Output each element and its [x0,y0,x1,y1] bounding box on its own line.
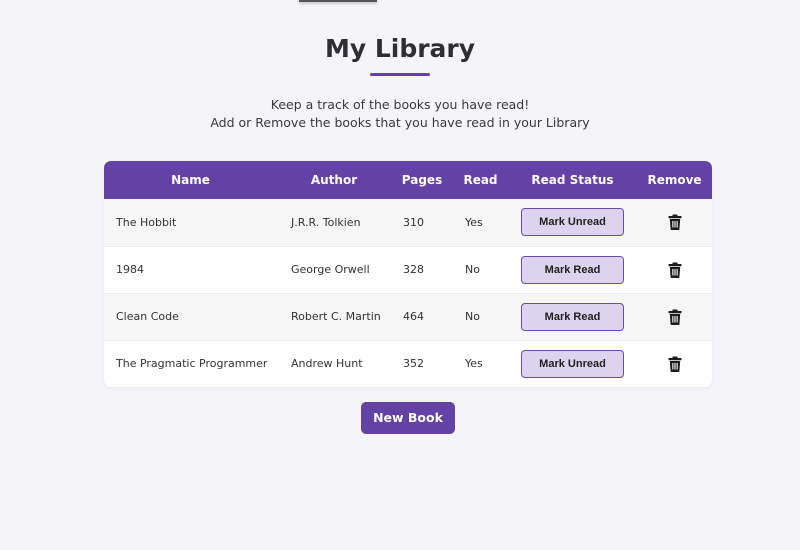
cell-pages: 352 [403,357,424,371]
cell-read: No [465,310,480,323]
page-title: My Library [324,34,476,63]
cell-remove [637,293,712,340]
cell-remove [637,340,712,387]
mark-read-button[interactable]: Mark Read [521,255,624,284]
cell-name: The Hobbit [116,215,177,229]
cell-remove [637,199,712,246]
table-row: Clean Code Robert C. Martin 464 No Mark … [104,293,712,340]
trash-icon[interactable] [668,309,682,325]
cell-read-status: Mark Unread [508,340,637,387]
cell-author: J.R.R. Tolkien [291,215,361,229]
cell-read: No [465,263,480,276]
cell-read-status: Mark Read [508,293,637,340]
cell-author: George Orwell [291,263,370,276]
page-header: My Library Keep a track of the books you… [0,0,800,132]
title-underline [370,73,430,76]
header-remove: Remove [647,173,702,187]
mark-unread-button[interactable]: Mark Unread [521,349,624,378]
subtitle-line-1: Keep a track of the books you have read! [270,97,530,112]
cell-author: Andrew Hunt [291,357,363,371]
header-name: Name [171,173,210,187]
cell-read: Yes [465,357,483,371]
header-read: Read [463,173,498,187]
subtitle-line-2: Add or Remove the books that you have re… [210,115,590,130]
table-row: 1984 George Orwell 328 No Mark Read [104,246,712,293]
table-header-row: Name Author Pages Read Read Status Remov… [104,161,712,199]
cell-author: Robert C. Martin [291,310,381,323]
cell-read-status: Mark Unread [508,199,637,246]
table-row: The Hobbit J.R.R. Tolkien 310 Yes Mark U… [104,199,712,246]
header-author: Author [310,173,358,187]
cell-read-status: Mark Read [508,246,637,293]
header-read-status: Read Status [531,173,614,187]
cell-name: The Pragmatic Programmer [116,357,268,371]
mark-read-button[interactable]: Mark Read [521,302,624,331]
trash-icon[interactable] [668,262,682,278]
cell-pages: 310 [403,215,424,229]
cell-pages: 328 [403,263,424,276]
cell-name: Clean Code [116,310,179,323]
cell-remove [637,246,712,293]
top-edge-element [299,0,377,2]
cell-pages: 464 [403,310,424,323]
header-pages: Pages [401,173,443,187]
cell-name: 1984 [116,263,144,276]
new-book-button[interactable]: New Book [361,402,455,434]
table-row: The Pragmatic Programmer Andrew Hunt 352… [104,340,712,387]
page-subtitle: Keep a track of the books you have read!… [0,96,800,132]
library-table: Name Author Pages Read Read Status Remov… [104,161,712,387]
mark-unread-button[interactable]: Mark Unread [521,208,624,237]
cell-read: Yes [465,215,483,229]
trash-icon[interactable] [668,356,682,372]
trash-icon[interactable] [668,214,682,231]
library-table-container: Name Author Pages Read Read Status Remov… [104,161,712,387]
